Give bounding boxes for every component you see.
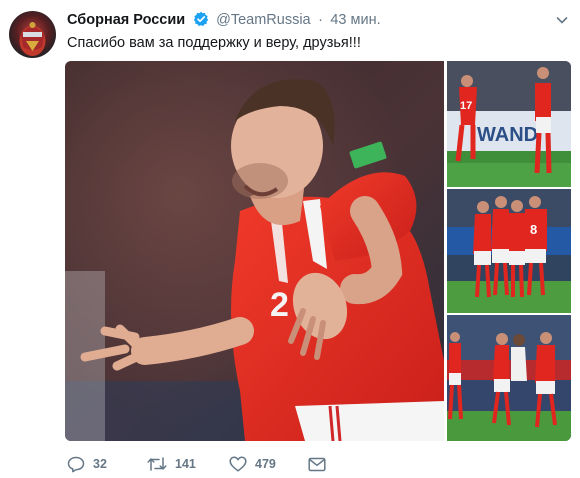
jersey-number-main: 2 <box>270 286 289 324</box>
direct-message-button[interactable] <box>308 455 334 473</box>
tweet-header: Сборная России @TeamRussia · 43 мин. <box>67 11 568 31</box>
photo-thumb-3[interactable] <box>447 315 571 441</box>
avatar[interactable] <box>9 11 56 58</box>
tweet-timestamp[interactable]: 43 мин. <box>330 12 380 28</box>
reply-count: 32 <box>93 457 107 471</box>
reply-icon <box>67 456 85 472</box>
like-count: 479 <box>255 457 276 471</box>
author-handle[interactable]: @TeamRussia <box>216 12 311 28</box>
photo-thumb-2[interactable]: 8 <box>447 189 571 313</box>
like-button[interactable]: 479 <box>229 455 276 473</box>
chevron-down-icon[interactable] <box>556 13 568 31</box>
retweet-count: 141 <box>175 457 196 471</box>
banner-text: WAND <box>477 124 538 146</box>
envelope-icon <box>308 457 326 471</box>
reply-button[interactable]: 32 <box>67 455 107 473</box>
photo-thumb-1[interactable]: WAND 17 <box>447 61 571 187</box>
jersey-number-t1: 17 <box>460 100 472 112</box>
retweet-button[interactable]: 141 <box>147 455 196 473</box>
jersey-number-t2: 8 <box>530 222 537 237</box>
photo-main[interactable]: 2 <box>65 61 444 441</box>
heart-icon <box>229 456 247 472</box>
author-name[interactable]: Сборная России <box>67 12 185 28</box>
tweet-text: Спасибо вам за поддержку и веру, друзья!… <box>67 35 361 51</box>
media-grid: 2 WAND 17 8 <box>65 61 571 441</box>
verified-badge-icon <box>193 11 209 32</box>
retweet-icon <box>147 457 167 471</box>
dot-separator: · <box>318 12 323 28</box>
